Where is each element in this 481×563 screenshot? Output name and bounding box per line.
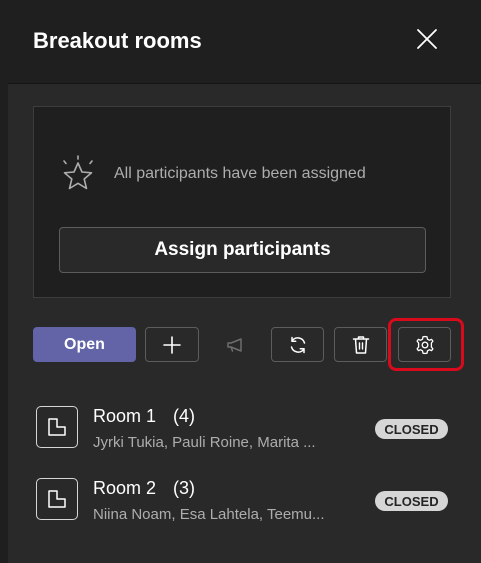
assign-participants-button[interactable]: Assign participants bbox=[59, 227, 426, 273]
recreate-rooms-button[interactable] bbox=[271, 327, 324, 362]
trash-icon bbox=[352, 335, 369, 354]
add-room-button[interactable] bbox=[145, 327, 199, 362]
room-list-item[interactable]: Room 1 (4) Jyrki Tukia, Pauli Roine, Mar… bbox=[0, 396, 481, 462]
room-icon bbox=[36, 406, 78, 448]
open-rooms-button[interactable]: Open bbox=[33, 327, 136, 362]
room-list-item[interactable]: Room 2 (3) Niina Noam, Esa Lahtela, Teem… bbox=[0, 468, 481, 534]
room-settings-button[interactable] bbox=[398, 327, 451, 362]
plus-icon bbox=[163, 335, 181, 354]
panel-header: Breakout rooms bbox=[8, 0, 481, 84]
close-button[interactable] bbox=[413, 25, 441, 53]
close-icon bbox=[417, 29, 437, 49]
status-badge: CLOSED bbox=[375, 419, 448, 439]
breakout-rooms-panel: Breakout rooms All participants have bee… bbox=[0, 0, 481, 563]
room-icon bbox=[36, 478, 78, 520]
megaphone-icon bbox=[227, 337, 242, 352]
sparkle-star-icon bbox=[58, 155, 98, 193]
room-members: Jyrki Tukia, Pauli Roine, Marita ... bbox=[93, 434, 316, 451]
assignment-status-text: All participants have been assigned bbox=[114, 165, 366, 182]
status-badge: CLOSED bbox=[375, 491, 448, 511]
room-name: Room 2 bbox=[93, 478, 157, 498]
room-participant-count: (3) bbox=[173, 478, 195, 498]
room-participant-count: (4) bbox=[173, 406, 195, 426]
assign-participants-card: All participants have been assigned Assi… bbox=[33, 106, 451, 298]
room-name: Room 1 bbox=[93, 406, 157, 426]
gear-icon bbox=[415, 335, 434, 354]
refresh-icon bbox=[290, 336, 305, 353]
delete-rooms-button[interactable] bbox=[334, 327, 387, 362]
page-title: Breakout rooms bbox=[33, 28, 202, 53]
room-members: Niina Noam, Esa Lahtela, Teemu... bbox=[93, 506, 325, 523]
post-announcement-button[interactable] bbox=[216, 327, 256, 362]
